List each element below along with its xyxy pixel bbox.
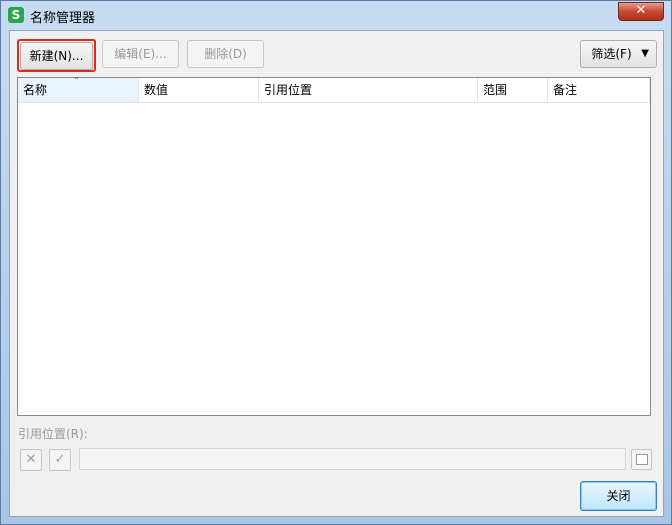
column-header-label: 范围 bbox=[483, 83, 508, 97]
window-title: 名称管理器 bbox=[30, 11, 96, 26]
list-header: 名称 ˆ 数值 引用位置 范围 备注 bbox=[18, 77, 650, 103]
dropdown-arrow-icon: ▼ bbox=[641, 48, 649, 59]
collapse-dialog-button[interactable] bbox=[631, 449, 652, 470]
names-list[interactable]: 名称 ˆ 数值 引用位置 范围 备注 bbox=[17, 77, 651, 416]
sort-ascending-icon: ˆ bbox=[74, 77, 79, 88]
new-button[interactable]: 新建(N)... bbox=[20, 42, 93, 70]
close-icon: ✕ bbox=[635, 3, 647, 18]
column-header-value[interactable]: 数值 bbox=[139, 78, 259, 102]
cancel-reference-button[interactable]: ✕ bbox=[20, 449, 42, 471]
column-header-comment[interactable]: 备注 bbox=[548, 78, 650, 102]
delete-button[interactable]: 删除(D) bbox=[187, 40, 264, 68]
name-manager-window: S 名称管理器 ✕ 新建(N)... 编辑(E)... 删除(D) 筛选(F) … bbox=[0, 0, 672, 525]
cancel-icon: ✕ bbox=[25, 452, 37, 467]
column-header-name[interactable]: 名称 ˆ bbox=[18, 77, 139, 102]
checkmark-icon: ✓ bbox=[54, 452, 66, 467]
column-header-reference[interactable]: 引用位置 bbox=[259, 78, 478, 102]
column-header-label: 数值 bbox=[144, 83, 169, 97]
close-button[interactable]: 关闭 bbox=[580, 481, 657, 511]
edit-button[interactable]: 编辑(E)... bbox=[102, 40, 179, 68]
column-header-label: 引用位置 bbox=[264, 83, 313, 97]
column-header-scope[interactable]: 范围 bbox=[478, 78, 548, 102]
column-header-label: 备注 bbox=[553, 83, 578, 97]
confirm-reference-button[interactable]: ✓ bbox=[49, 449, 71, 471]
column-header-label: 名称 bbox=[23, 83, 48, 97]
filter-button[interactable]: 筛选(F) ▼ bbox=[580, 40, 657, 68]
window-close-button[interactable]: ✕ bbox=[618, 2, 664, 21]
filter-label: 筛选(F) bbox=[591, 47, 632, 61]
reference-label: 引用位置(R): bbox=[18, 427, 88, 441]
reference-input[interactable] bbox=[79, 448, 626, 470]
app-icon: S bbox=[8, 7, 24, 23]
dialog-client-area: 新建(N)... 编辑(E)... 删除(D) 筛选(F) ▼ 名称 ˆ 数值 … bbox=[9, 30, 664, 517]
title-bar[interactable]: S 名称管理器 ✕ bbox=[1, 1, 671, 29]
